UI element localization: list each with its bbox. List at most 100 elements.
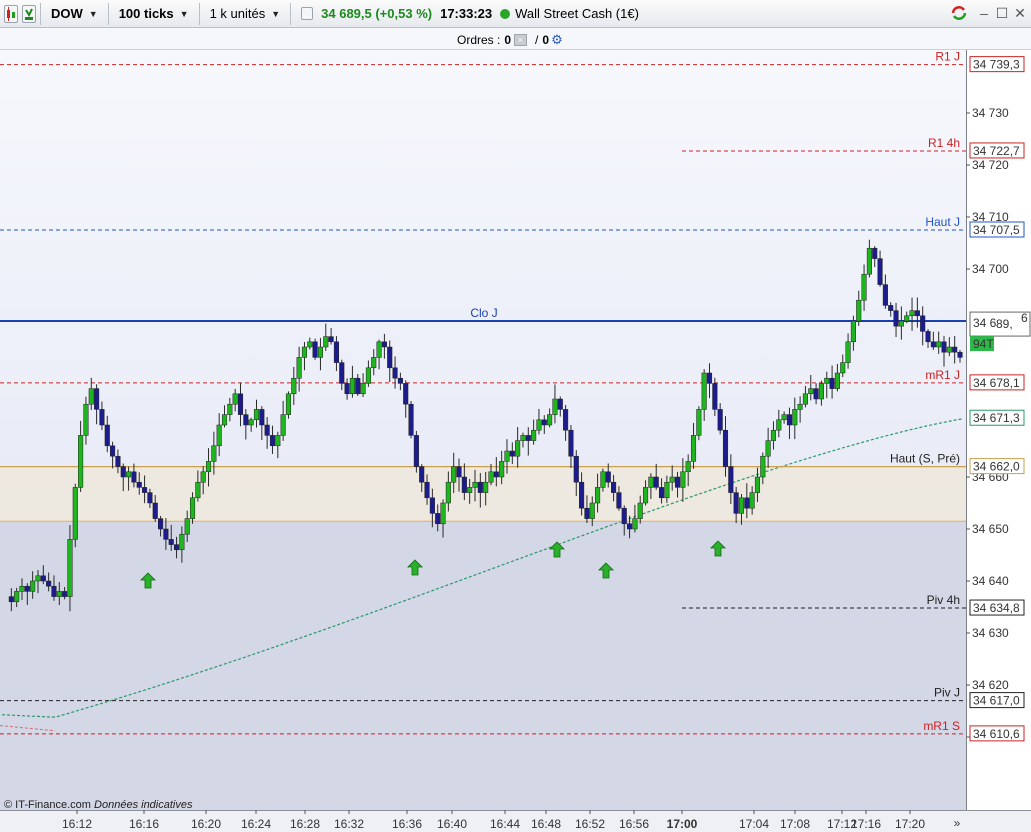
candle-down: [339, 362, 345, 384]
level-name-label: R1 4h: [928, 136, 960, 150]
time-tick-label: 17:20: [895, 817, 925, 831]
candle-down: [674, 476, 681, 488]
candle-down: [525, 435, 531, 441]
candle-down: [557, 398, 563, 410]
candle-up: [285, 393, 292, 415]
candle-down: [8, 596, 14, 603]
refresh-icon[interactable]: [950, 4, 968, 22]
candle-up: [802, 393, 808, 405]
trading-chart-window: DOW ▼ 100 ticks ▼ 1 k unités ▼ 34 689,5 (+0…: [0, 0, 1031, 832]
candle-down: [269, 435, 276, 447]
candle-down: [408, 403, 414, 436]
candle-up: [515, 440, 521, 457]
candle-up: [552, 398, 558, 415]
level-price-label: 34 722,7: [973, 144, 1020, 158]
scroll-right-button[interactable]: »: [948, 814, 966, 832]
level-price-label: 34 739,3: [973, 58, 1020, 72]
candle-up: [936, 341, 942, 348]
tick-counter-label: 94T: [973, 337, 994, 351]
time-tick-label: 16:56: [619, 817, 649, 831]
cancel-orders-icon[interactable]: ×: [514, 34, 528, 46]
candle-up: [291, 377, 297, 395]
price-tick-label: 34 730: [972, 106, 1009, 120]
market-name: Wall Street Cash (1€): [515, 6, 639, 21]
candle-down: [579, 481, 585, 509]
candle-up: [78, 435, 84, 488]
candle-up: [280, 414, 286, 436]
level-name-label: Piv J: [934, 686, 960, 700]
candle-up: [754, 476, 761, 493]
toolbar-separator: [107, 2, 109, 25]
candle-up: [765, 440, 771, 457]
price-tick-label: 34 630: [972, 626, 1009, 640]
candle-up: [531, 429, 537, 441]
candle-up: [440, 502, 446, 525]
interval-dropdown[interactable]: 100 ticks ▼: [113, 3, 195, 25]
level-price-label: 34 671,3: [973, 411, 1020, 425]
candle-up: [88, 388, 94, 405]
candle-up: [35, 575, 41, 582]
candle-down: [477, 481, 483, 493]
disclaimer-label: Données indicatives: [94, 799, 193, 811]
candle-down: [131, 471, 137, 483]
price-tick-label: 34 700: [972, 262, 1009, 276]
candle-up: [317, 346, 323, 358]
candle-down: [424, 481, 430, 499]
candle-down: [952, 346, 958, 353]
candle-up: [856, 299, 862, 322]
toolbar-separator: [290, 2, 292, 25]
candle-down: [243, 414, 249, 426]
time-tick-label: 16:28: [290, 817, 320, 831]
candle-down: [584, 507, 590, 519]
candle-down: [941, 341, 947, 353]
candle-icon[interactable]: [4, 4, 18, 23]
candle-down: [333, 341, 339, 363]
candle-up: [808, 388, 814, 395]
maximize-button[interactable]: ☐: [993, 4, 1011, 22]
minimize-button[interactable]: –: [975, 4, 993, 22]
candle-up: [19, 585, 25, 592]
close-button[interactable]: ✕: [1011, 4, 1029, 22]
candle-up: [184, 518, 190, 535]
candle-up: [67, 539, 73, 597]
units-dropdown[interactable]: 1 k unités ▼: [204, 3, 287, 25]
candle-down: [344, 383, 350, 395]
candle-up: [83, 403, 89, 436]
gear-icon[interactable]: ⚙: [551, 32, 563, 48]
candle-down: [813, 388, 819, 400]
candle-down: [717, 409, 723, 431]
candle-down: [403, 383, 409, 405]
time-tick-label: 17:00: [667, 817, 698, 831]
candle-up: [221, 414, 228, 426]
time-tick-label: 16:40: [437, 817, 467, 831]
candle-up: [680, 471, 686, 488]
candle-up: [376, 341, 382, 358]
candle-up: [216, 424, 222, 447]
last-price: 34 689,5 (+0,53 %): [321, 6, 433, 21]
candle-down: [413, 435, 419, 467]
current-price-prefix: 34 6: [973, 316, 997, 330]
candle-down: [621, 507, 627, 525]
candle-up: [451, 466, 457, 483]
price-chart[interactable]: 34 730 34 720 34 710 34 700 34 660 34 650 34 6…: [0, 50, 1031, 832]
candle-up: [600, 471, 606, 488]
candle-down: [461, 476, 467, 493]
info-panel-icon[interactable]: [301, 7, 314, 20]
candle-down: [147, 492, 153, 504]
instrument-dropdown[interactable]: DOW ▼: [45, 3, 104, 25]
candle-up: [349, 377, 355, 395]
link-icon[interactable]: [22, 4, 36, 23]
chart-background-lower: [0, 521, 966, 810]
level-name-label: Clo J: [470, 306, 497, 320]
candle-down: [264, 424, 270, 436]
candle-up: [467, 487, 473, 493]
orders-count: 0: [504, 33, 512, 47]
current-price-big: 89,: [996, 317, 1013, 331]
chart-canvas[interactable]: 34 73034 72034 71034 70034 66034 65034 6…: [0, 50, 1031, 832]
time-tick-label: 16:20: [191, 817, 221, 831]
candle-up: [669, 476, 675, 483]
candle-down: [104, 424, 110, 447]
candle-down: [115, 455, 121, 467]
candle-up: [861, 273, 867, 301]
candle-up: [365, 367, 371, 384]
